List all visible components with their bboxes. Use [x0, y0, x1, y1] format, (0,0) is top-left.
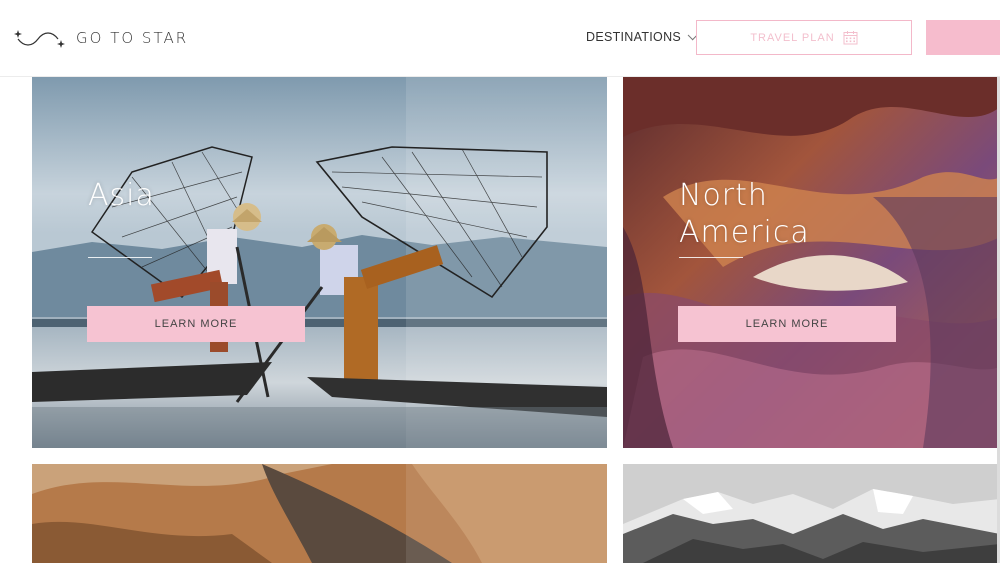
desert-photo [32, 464, 607, 563]
nav-destinations-label: DESTINATIONS [586, 30, 682, 44]
site-header: GO TO STAR DESTINATIONS TRAVEL PLAN [0, 0, 1000, 77]
star-swirl-logo-icon [14, 30, 65, 48]
nav-destinations[interactable]: DESTINATIONS [586, 29, 698, 44]
learn-more-button-asia[interactable]: LEARN MORE [87, 306, 305, 342]
title-underline [88, 257, 152, 258]
calendar-icon [843, 31, 858, 45]
asia-photo [32, 77, 607, 448]
north-america-photo [623, 77, 1000, 448]
destination-card-desert[interactable] [32, 464, 607, 563]
logo-text: GO TO STAR [76, 29, 189, 47]
card-title-asia: Asia [88, 178, 155, 213]
title-underline [679, 257, 743, 258]
destination-card-mountains[interactable] [623, 464, 1000, 563]
header-action-button[interactable] [926, 20, 1000, 55]
destination-card-asia[interactable]: Asia LEARN MORE [32, 77, 607, 448]
mountains-photo [623, 464, 1000, 563]
destination-card-north-america[interactable]: North America LEARN MORE [623, 77, 1000, 448]
travel-plan-button[interactable]: TRAVEL PLAN [696, 20, 912, 55]
site-logo[interactable]: GO TO STAR [14, 26, 188, 50]
card-title-north-america: North America [679, 178, 810, 250]
travel-plan-label: TRAVEL PLAN [750, 31, 835, 44]
learn-more-button-north-america[interactable]: LEARN MORE [678, 306, 896, 342]
